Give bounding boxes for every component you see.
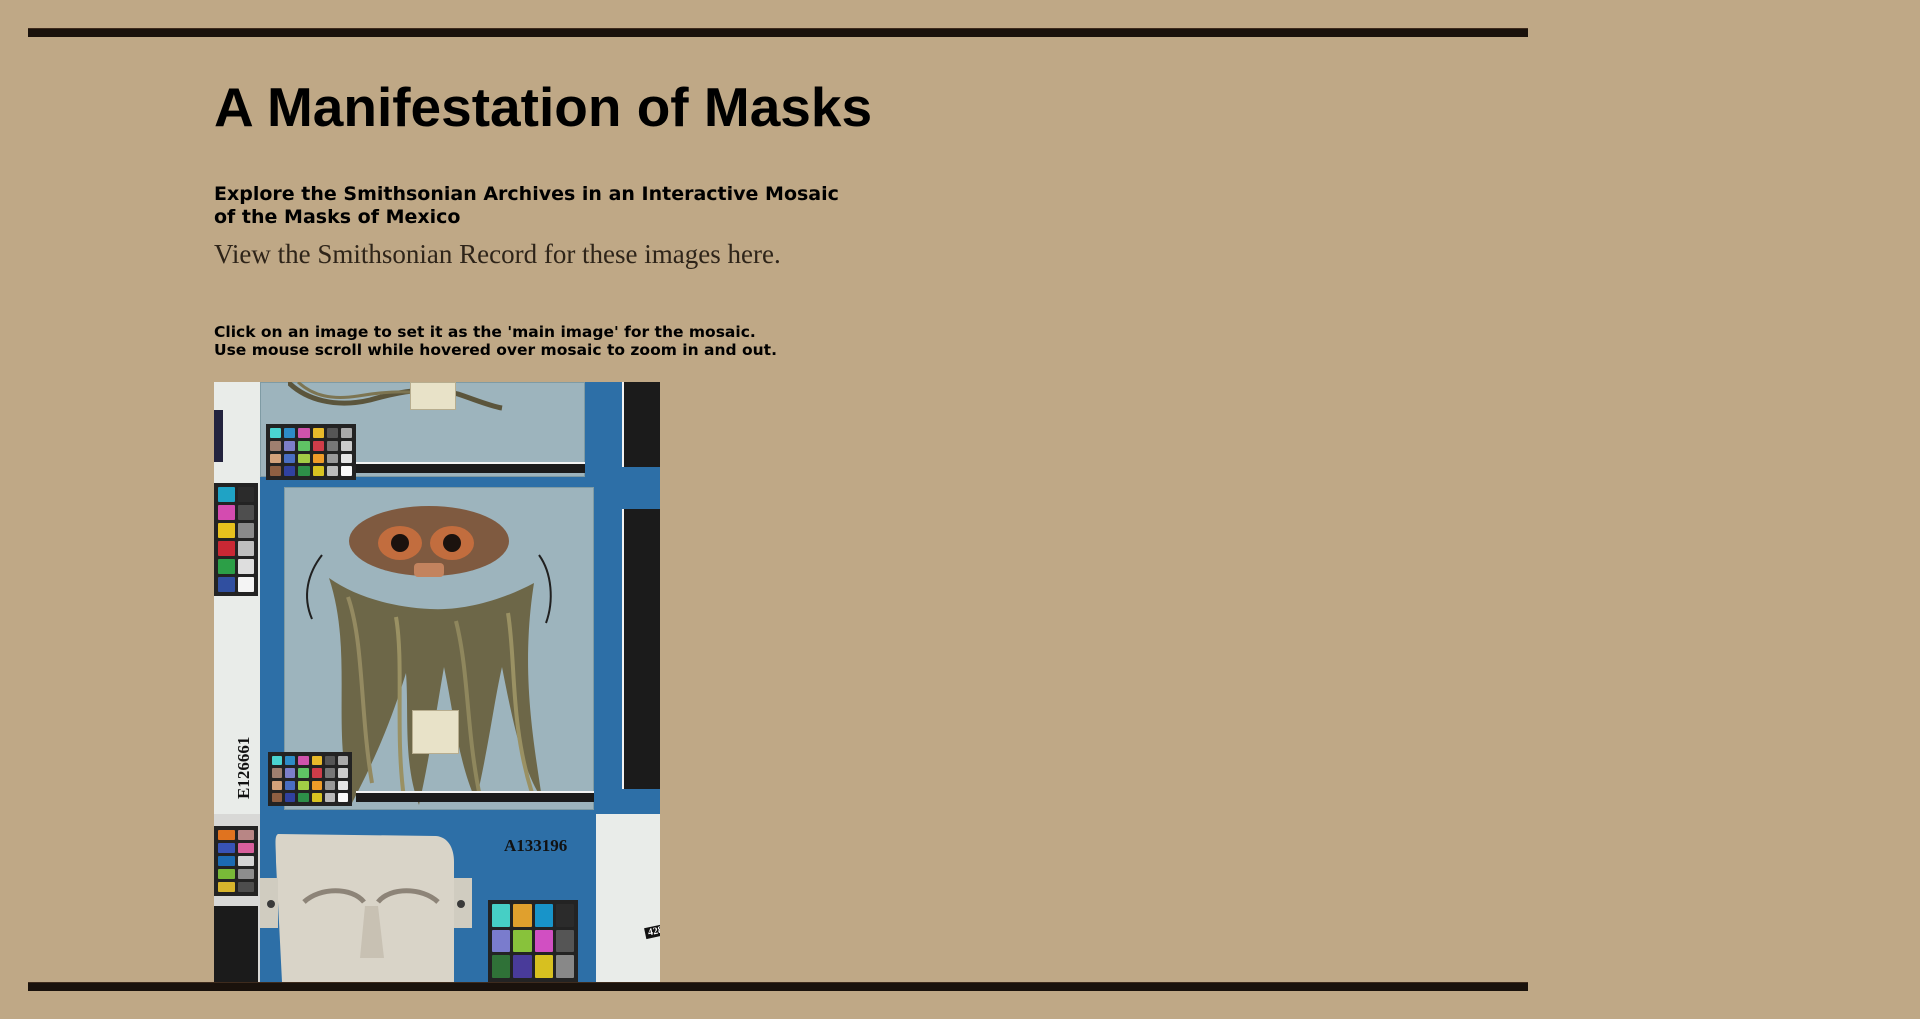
mosaic-tile-stone-mask[interactable]: A133196 [260,814,596,982]
color-checker-stone-mask [488,900,578,982]
page-subtitle: Explore the Smithsonian Archives in an I… [214,183,839,228]
mosaic-tile-bottom-left[interactable] [214,814,260,982]
scale-ruler [214,410,223,462]
catalog-label-left: E126661 [234,736,253,799]
stone-mask-icon [260,834,472,982]
catalog-label-stone-mask: A133196 [504,836,568,855]
instructions: Click on an image to set it as the 'main… [214,323,1134,359]
instruction-click: Click on an image to set it as the 'main… [214,323,756,341]
catalog-label-bottom-right: 428 [644,923,660,940]
page-title: A Manifestation of Masks [214,76,873,138]
bottom-rule [28,982,1528,991]
color-checker-bottom-left [214,826,258,896]
page: A Manifestation of Masks Explore the Smi… [0,0,1920,1019]
mosaic-tile-left-strip[interactable]: E126661 [214,382,260,814]
instruction-scroll: Use mouse scroll while hovered over mosa… [214,341,777,359]
barcode-tag-main [412,710,459,754]
mosaic-tile-main-mask[interactable] [260,485,660,814]
smithsonian-record-link[interactable]: View the Smithsonian Record for these im… [214,237,1134,271]
top-rule [28,28,1528,37]
barcode-tag-top [410,382,456,410]
color-checker-top [266,424,356,480]
scale-ruler-right-top [622,382,660,467]
mask-hair-top [288,382,503,411]
mosaic-tile-bottom-right[interactable]: 428 [596,814,660,982]
mask-mosaic[interactable]: E126661 A133196 428 [214,382,660,982]
mosaic-tile-top[interactable] [260,382,660,485]
scale-ruler-bottom-left [214,906,258,982]
color-checker-main [268,752,352,806]
color-checker [214,483,258,596]
scale-ruler-top [356,462,585,473]
scale-ruler-right-main [622,509,660,789]
content: A Manifestation of Masks Explore the Smi… [214,70,1134,359]
scale-ruler-main [356,791,594,802]
